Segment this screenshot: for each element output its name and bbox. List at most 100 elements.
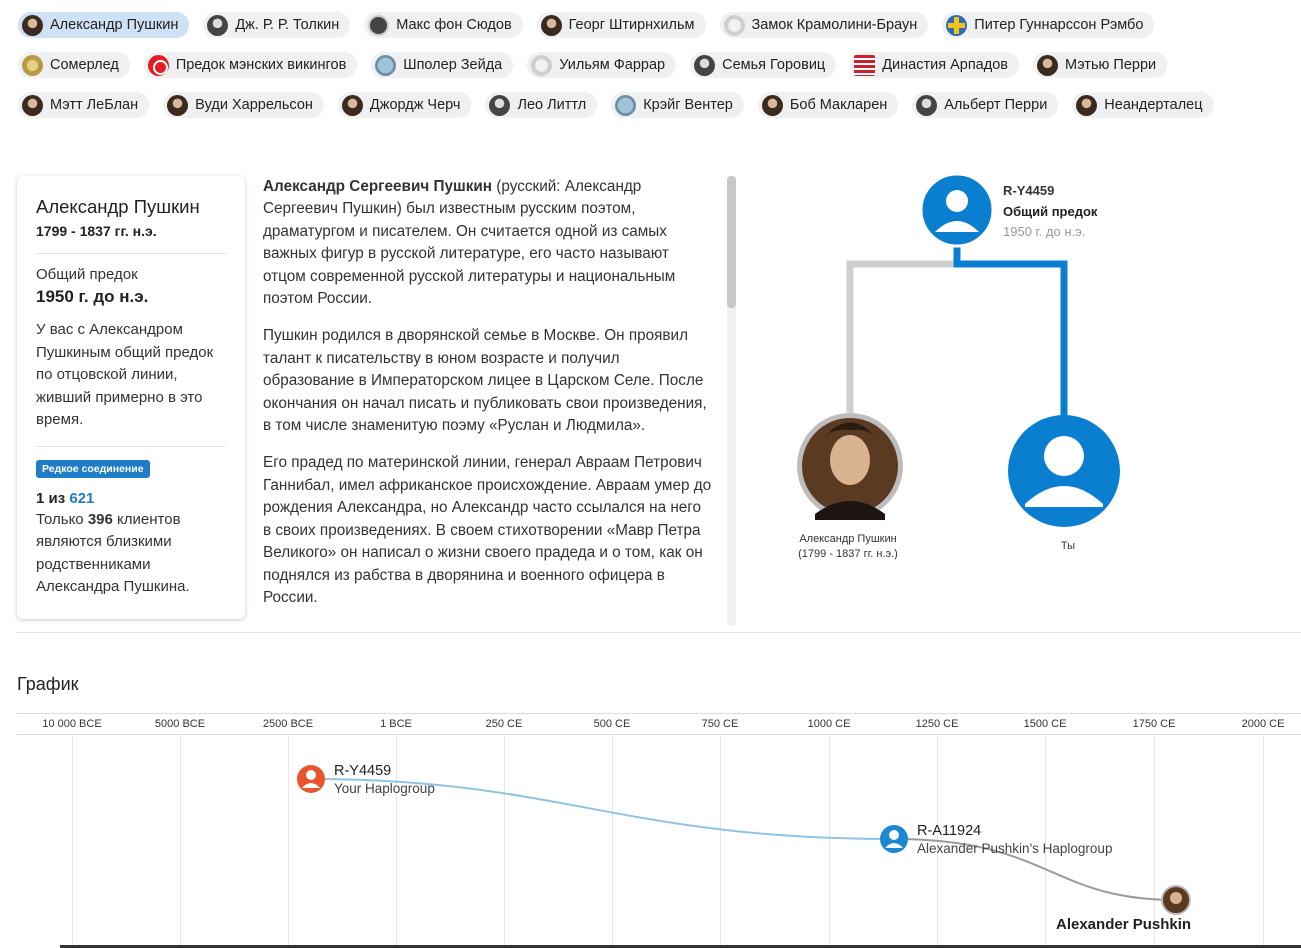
chip-label: Джордж Черч: [369, 97, 461, 113]
bio-scrollbar[interactable]: [727, 176, 736, 626]
tick-label: 1000 CE: [807, 718, 851, 730]
albert-perry-portrait-icon: [916, 94, 938, 116]
chip-pushkin[interactable]: Александр Пушкин: [18, 12, 190, 38]
chip-label: Питер Гуннарссон Рэмбо: [974, 17, 1144, 33]
timeline-scale: 10 000 BCE 5000 BCE 2500 BCE 1 BCE 250 C…: [17, 713, 1301, 735]
chip-church[interactable]: Джордж Черч: [337, 92, 472, 118]
tick-label: 1 BCE: [380, 718, 412, 730]
chip-label: Дж. Р. Р. Толкин: [235, 17, 340, 33]
tick-label: 2500 BCE: [262, 718, 314, 730]
tick-label: 1250 CE: [915, 718, 959, 730]
ancestry-tree: R-Y4459 Общий предок 1950 г. до н.э. Але…: [760, 170, 1300, 590]
your-haplogroup-name: R-Y4459: [334, 763, 392, 779]
bio-p1-text: (русский: Александр Сергеевич Пушкин) бы…: [263, 178, 676, 308]
timeline-title: График: [17, 674, 79, 694]
tick-label: 500 CE: [593, 718, 631, 730]
farrar-portrait-icon: [531, 54, 553, 76]
chip-label: Вуди Харрельсон: [195, 97, 313, 113]
ancestor-description: У вас с Александром Пушкиным общий предо…: [36, 321, 214, 428]
your-haplogroup-marker[interactable]: [297, 765, 325, 793]
chip-row-3: Мэтт ЛеБлан Вуди Харрельсон Джордж Черч …: [18, 92, 1288, 118]
chip-farrar[interactable]: Уильям Фаррар: [527, 52, 677, 78]
pushkin-haplogroup-subtitle: Alexander Pushkin's Haplogroup: [917, 841, 1113, 856]
chip-tolkien[interactable]: Дж. Р. Р. Толкин: [203, 12, 351, 38]
person-name: Александр Пушкин: [36, 196, 200, 217]
chip-arpad[interactable]: Династия Арпадов: [850, 52, 1019, 78]
neanderthal-icon: [1076, 94, 1098, 116]
chip-venter[interactable]: Крэйг Вентер: [611, 92, 744, 118]
bio-full-name: Александр Сергеевич Пушкин: [263, 178, 493, 195]
pushkin-haplogroup-marker[interactable]: [880, 825, 908, 853]
count-prefix: 1 из: [36, 489, 66, 507]
chip-manx-viking[interactable]: Предок мэнских викингов: [143, 52, 358, 78]
chip-mclaren[interactable]: Боб Макларен: [757, 92, 899, 118]
chip-albert-perry[interactable]: Альберт Перри: [912, 92, 1059, 118]
bio-scrollbar-thumb[interactable]: [727, 176, 736, 308]
chip-label: Макс фон Сюдов: [396, 17, 512, 33]
mclaren-portrait-icon: [761, 94, 783, 116]
von-sydow-portrait-icon: [368, 14, 390, 36]
divider: [36, 253, 226, 254]
chip-label: Альберт Перри: [944, 97, 1048, 113]
bio-paragraph-3: Его прадед по материнской линии, генерал…: [263, 454, 712, 606]
coin-icon: [22, 54, 43, 76]
you-branch-line: [953, 240, 1068, 420]
chip-label: Династия Арпадов: [882, 57, 1008, 73]
ancestor-summary-card: Александр Пушкин 1799 - 1837 гг. н.э. Об…: [17, 176, 245, 619]
you-avatar[interactable]: [1008, 415, 1120, 527]
common-ancestor-date: 1950 г. до н.э.: [36, 287, 149, 306]
chip-label: Георг Штирнхильм: [568, 17, 695, 33]
chip-label: Александр Пушкин: [50, 17, 179, 33]
chip-row-2: Сомерлед Предок мэнских викингов Шполер …: [18, 52, 1288, 78]
chip-leblanc[interactable]: Мэтт ЛеБлан: [18, 92, 150, 118]
pushkin-avatar[interactable]: [797, 413, 903, 520]
you-caption: Ты: [1060, 540, 1076, 552]
chip-castle[interactable]: Замок Крамолини-Браун: [719, 12, 929, 38]
count-total-link[interactable]: 621: [69, 490, 94, 507]
pushkin-branch-line: [846, 260, 961, 415]
your-haplogroup-subtitle: Your Haplogroup: [334, 781, 435, 796]
tree-haplogroup: R-Y4459: [1003, 183, 1055, 198]
chip-neanderthal[interactable]: Неандерталец: [1072, 92, 1214, 118]
figure-chips: Александр Пушкин Дж. Р. Р. Толкин Макс ф…: [18, 12, 1288, 132]
pushkin-caption: Александр Пушкин (1799 - 1837 гг. н.э.): [798, 533, 898, 560]
rarity-count: 1 из 621: [36, 490, 226, 507]
chip-von-sydow[interactable]: Макс фон Сюдов: [364, 12, 523, 38]
chip-rambo[interactable]: Питер Гуннарссон Рэмбо: [942, 12, 1155, 38]
chip-matthew-perry[interactable]: Мэтью Перри: [1032, 52, 1168, 78]
pushkin-haplogroup-name: R-A11924: [917, 823, 982, 839]
person-dates: 1799 - 1837 гг. н.э.: [36, 223, 157, 239]
tick-label: 250 CE: [485, 718, 523, 730]
venter-portrait-icon: [615, 94, 637, 116]
chip-somerled[interactable]: Сомерлед: [18, 52, 130, 78]
ancestor-avatar: [919, 172, 995, 248]
chip-label: Уильям Фаррар: [559, 57, 666, 73]
rarity-text: Только 396 клиентов являются близкими ро…: [36, 509, 226, 599]
swedish-flag-icon: [946, 14, 968, 36]
biography-text: Александр Сергеевич Пушкин (русский: Але…: [263, 176, 713, 626]
pushkin-timeline-avatar[interactable]: [1161, 885, 1191, 915]
tree-common-ancestor-year: 1950 г. до н.э.: [1003, 224, 1086, 239]
church-portrait-icon: [341, 94, 363, 116]
perry-portrait-icon: [1036, 54, 1058, 76]
pushkin-portrait-icon: [22, 14, 43, 36]
tick-label: 2000 CE: [1241, 718, 1285, 730]
section-divider: [17, 632, 1301, 633]
leblanc-portrait-icon: [22, 94, 43, 116]
common-ancestor-label: Общий предок: [36, 266, 138, 283]
chip-harrelson[interactable]: Вуди Харрельсон: [163, 92, 324, 118]
chip-label: Мэтт ЛеБлан: [50, 97, 139, 113]
tree-common-ancestor-label: Общий предок: [1003, 204, 1098, 219]
chip-label: Неандерталец: [1104, 97, 1203, 113]
tick-label: 750 CE: [701, 718, 739, 730]
chip-stiernhielm[interactable]: Георг Штирнхильм: [536, 12, 706, 38]
tick-label: 10 000 BCE: [42, 718, 102, 730]
little-portrait-icon: [489, 94, 511, 116]
chip-spoler-zeida[interactable]: Шполер Зейда: [371, 52, 514, 78]
chip-horowitz[interactable]: Семья Горовиц: [690, 52, 837, 78]
chip-leo-little[interactable]: Лео Литтл: [485, 92, 598, 118]
chip-label: Сомерлед: [50, 57, 119, 73]
castle-icon: [723, 14, 745, 36]
horowitz-portrait-icon: [694, 54, 716, 76]
bio-paragraph-2: Пушкин родился в дворянской семье в Моск…: [263, 327, 707, 435]
